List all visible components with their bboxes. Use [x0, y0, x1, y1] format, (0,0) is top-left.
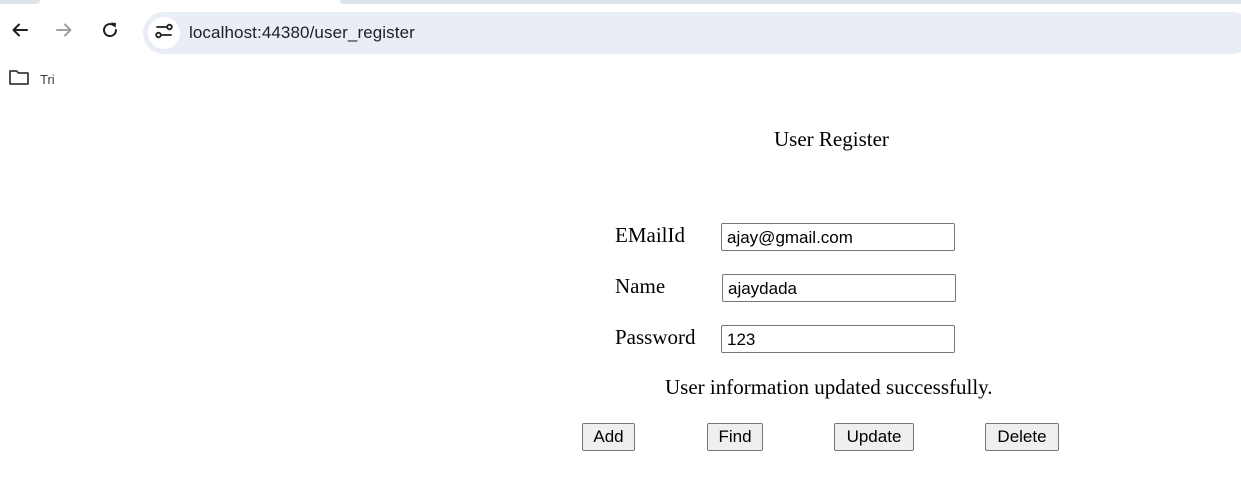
bookmarks-bar: Tri	[0, 62, 1241, 96]
add-button[interactable]: Add	[582, 423, 635, 451]
url-text[interactable]: localhost:44380/user_register	[189, 23, 415, 43]
status-message: User information updated successfully.	[665, 375, 993, 399]
email-label: EMailId	[615, 223, 685, 247]
delete-button[interactable]: Delete	[985, 423, 1059, 451]
forward-arrow-icon	[54, 20, 74, 40]
back-button[interactable]	[4, 14, 36, 46]
forward-button[interactable]	[48, 14, 80, 46]
folder-icon	[8, 68, 30, 91]
email-field[interactable]	[721, 223, 955, 251]
page-content: User Register EMailId Name Password User…	[0, 96, 1241, 500]
reload-icon	[100, 20, 120, 40]
page-title: User Register	[774, 127, 889, 151]
bookmark-folder-tri[interactable]: Tri	[8, 67, 55, 91]
site-settings-icon	[154, 21, 174, 46]
find-button[interactable]: Find	[707, 423, 763, 451]
browser-toolbar: localhost:44380/user_register	[0, 4, 1241, 62]
name-field[interactable]	[722, 274, 956, 302]
password-field[interactable]	[721, 325, 955, 353]
back-arrow-icon	[10, 20, 30, 40]
site-info-button[interactable]	[148, 17, 180, 49]
password-label: Password	[615, 325, 696, 349]
bookmark-label: Tri	[40, 71, 55, 87]
address-bar[interactable]: localhost:44380/user_register	[143, 12, 1241, 54]
reload-button[interactable]	[94, 14, 126, 46]
update-button[interactable]: Update	[834, 423, 914, 451]
name-label: Name	[615, 274, 666, 298]
